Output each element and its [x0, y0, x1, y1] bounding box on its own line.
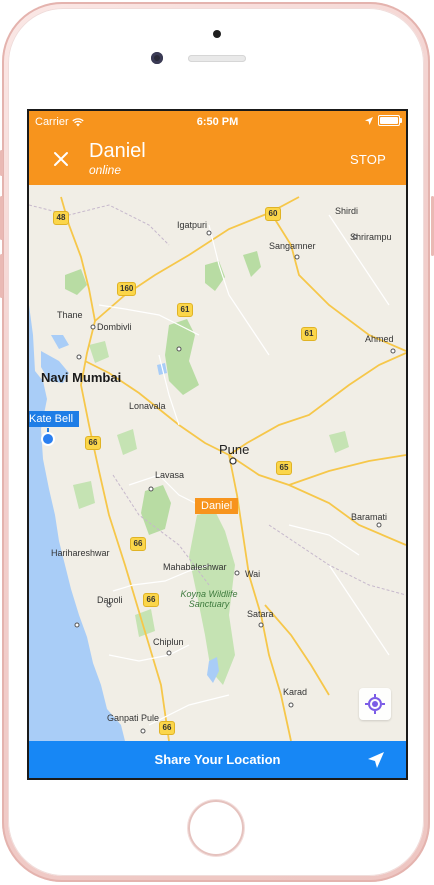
city-label: Thane: [57, 310, 83, 320]
close-icon: [54, 152, 68, 166]
location-dot-icon: [43, 434, 53, 444]
status-time: 6:50 PM: [196, 116, 239, 128]
highway-shield: 48: [53, 211, 69, 225]
city-label: Ganpati Pule: [107, 713, 160, 723]
crosshair-icon: [365, 694, 385, 714]
volume-up-button: [0, 196, 3, 240]
city-label: Harihareshwar: [51, 548, 110, 558]
city-label: Lavasa: [155, 470, 185, 480]
battery-icon: [378, 115, 402, 126]
city-label: Igatpuri: [177, 220, 208, 230]
front-camera: [151, 52, 163, 64]
highway-shield: 66: [85, 436, 101, 450]
location-arrow-icon: [365, 116, 373, 125]
status-right: [365, 115, 402, 126]
city-label: Shrirampu: [350, 232, 392, 242]
contact-pin-daniel[interactable]: Daniel: [195, 498, 239, 514]
city-label: Mahabaleshwar: [163, 562, 227, 572]
park-label: Koyna Wildlife Sanctuary: [180, 589, 238, 609]
city-label: Lonavala: [129, 401, 166, 411]
share-location-label: Share Your Location: [154, 752, 281, 767]
app-header: Daniel online STOP: [29, 133, 406, 185]
city-label: Satara: [247, 609, 274, 619]
city-label: Chiplun: [153, 637, 184, 647]
city-label: Baramati: [351, 512, 388, 522]
close-button[interactable]: [49, 147, 73, 171]
highway-shield: 66: [143, 593, 159, 607]
city-label: Dapoli: [97, 595, 123, 605]
highway-shield: 61: [301, 327, 317, 341]
map-base: [29, 185, 406, 741]
volume-down-button: [0, 254, 3, 298]
proximity-sensor: [213, 30, 221, 38]
contact-status: online: [89, 163, 122, 177]
stop-button[interactable]: STOP: [350, 152, 386, 167]
city-label: Ahmed: [365, 334, 394, 344]
highway-shield: 60: [265, 207, 281, 221]
contact-name: Daniel: [89, 140, 146, 162]
highway-shield: 160: [117, 282, 137, 296]
contact-pin-kate-bell[interactable]: Kate Bell: [29, 411, 80, 427]
city-label: Sangamner: [269, 241, 316, 251]
city-label: Pune: [219, 442, 250, 457]
send-icon: [368, 752, 384, 768]
earpiece-speaker: [188, 55, 246, 62]
highway-shield: 65: [276, 461, 292, 475]
phone-screen: Carrier 6:50 PM Daniel online STOP Shird…: [29, 111, 406, 778]
city-label: Navi Mumbai: [41, 370, 122, 385]
highway-shield: 66: [130, 537, 146, 551]
my-location-button[interactable]: [359, 688, 391, 720]
city-label: Karad: [283, 687, 308, 697]
share-location-button[interactable]: Share Your Location: [29, 741, 406, 778]
highway-shield: 61: [177, 303, 193, 317]
city-label: Wai: [245, 569, 261, 579]
map-view[interactable]: Shirdi Shrirampu Igatpuri Sangamner Than…: [29, 185, 406, 741]
status-bar: Carrier 6:50 PM: [29, 111, 406, 133]
mute-switch: [0, 150, 3, 176]
city-label: Shirdi: [335, 206, 359, 216]
highway-shield: 66: [159, 721, 175, 735]
city-label: Dombivli: [97, 322, 132, 332]
home-button[interactable]: [188, 800, 244, 856]
